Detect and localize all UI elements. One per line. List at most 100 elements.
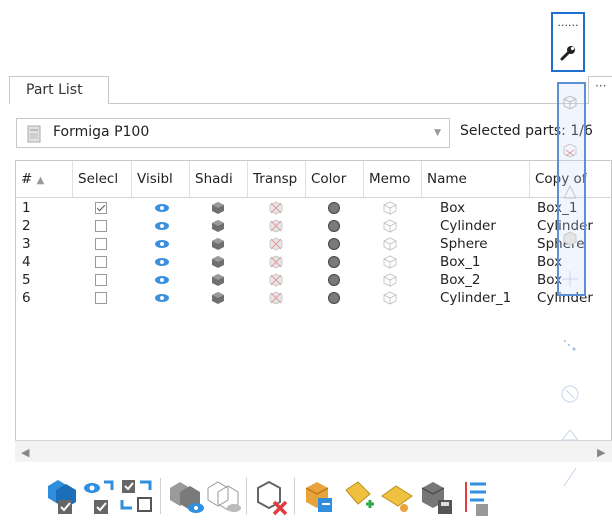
shading-cube-icon[interactable]	[211, 219, 225, 233]
visibility-eye-icon[interactable]	[154, 256, 170, 268]
color-swatch-icon[interactable]	[327, 291, 341, 305]
table-row[interactable]: 2 Cylinder Cylinder	[16, 217, 611, 235]
table-row[interactable]: 1 Box Box_1	[16, 199, 611, 217]
shading-cube-icon[interactable]	[211, 273, 225, 287]
shading-cube-icon[interactable]	[211, 237, 225, 251]
select-all-icon[interactable]	[44, 474, 84, 518]
select-checkbox[interactable]	[95, 292, 107, 304]
select-checkbox[interactable]	[95, 274, 107, 286]
tool-settings-button[interactable]: ......	[551, 12, 585, 72]
memo-cube-icon[interactable]	[383, 291, 397, 305]
sort-asc-icon: ▲	[36, 175, 45, 186]
tab-overflow-button[interactable]: ···	[588, 76, 612, 104]
triangle-icon[interactable]	[559, 424, 581, 446]
printer-select[interactable]: Formiga P100 ▼	[16, 118, 450, 148]
transparency-icon[interactable]	[269, 255, 283, 269]
row-number: 3	[22, 236, 31, 252]
color-swatch-icon[interactable]	[327, 201, 341, 215]
select-checkbox[interactable]	[95, 202, 107, 214]
select-checkbox[interactable]	[95, 220, 107, 232]
memo-cube-icon[interactable]	[383, 237, 397, 251]
visibility-eye-icon[interactable]	[154, 220, 170, 232]
part-name: Box	[440, 200, 466, 216]
transparency-icon[interactable]	[269, 273, 283, 287]
scroll-left-icon[interactable]: ◀	[21, 446, 29, 459]
col-header-visible[interactable]: Visibl	[132, 161, 190, 197]
show-parts-icon[interactable]	[166, 474, 206, 518]
memo-cube-icon[interactable]	[383, 273, 397, 287]
visibility-eye-icon[interactable]	[154, 238, 170, 250]
memo-cube-icon[interactable]	[383, 201, 397, 215]
printer-icon	[27, 125, 41, 143]
color-swatch-icon[interactable]	[327, 219, 341, 233]
part-name: Box_2	[440, 272, 481, 288]
invert-selection-icon[interactable]	[118, 474, 158, 518]
tab-part-list[interactable]: Part List	[9, 76, 109, 104]
part-name: Sphere	[440, 236, 488, 252]
chevron-down-icon: ▼	[434, 128, 441, 138]
visibility-eye-icon[interactable]	[154, 274, 170, 286]
hide-parts-icon[interactable]	[204, 474, 244, 518]
col-header-transparency[interactable]: Transp	[248, 161, 306, 197]
shading-cube-icon[interactable]	[211, 201, 225, 215]
circle-arrow-icon[interactable]	[559, 383, 581, 405]
visibility-eye-icon[interactable]	[154, 202, 170, 214]
transparency-icon[interactable]	[269, 201, 283, 215]
save-part-icon[interactable]	[416, 474, 456, 518]
color-part-icon[interactable]	[300, 474, 340, 518]
dots-icon[interactable]	[559, 335, 581, 357]
row-number: 4	[22, 254, 31, 270]
col-header-number[interactable]: # ▲	[16, 161, 73, 197]
transparency-icon[interactable]	[269, 219, 283, 233]
visibility-eye-icon[interactable]	[154, 292, 170, 304]
horizontal-scrollbar[interactable]: ◀ ▶	[15, 440, 612, 462]
tab-overflow-label: ···	[595, 79, 607, 93]
color-swatch-icon[interactable]	[327, 273, 341, 287]
memo-cube-icon[interactable]	[383, 255, 397, 269]
part-name: Cylinder	[440, 218, 496, 234]
toolbar-divider	[246, 478, 247, 514]
row-number: 2	[22, 218, 31, 234]
table-row[interactable]: 3 Sphere Sphere	[16, 235, 611, 253]
select-checkbox[interactable]	[95, 238, 107, 250]
part-ghost-icon[interactable]	[559, 182, 581, 204]
part-name: Box_1	[440, 254, 481, 270]
col-header-memo[interactable]: Memo	[364, 161, 422, 197]
list-settings-icon[interactable]	[454, 474, 494, 518]
toolbar-divider	[294, 478, 295, 514]
toolbar-divider	[160, 478, 161, 514]
scroll-right-icon[interactable]: ▶	[597, 446, 605, 459]
color-swatch-icon[interactable]	[327, 255, 341, 269]
part-ghost-icon[interactable]	[559, 268, 581, 290]
move-part-icon[interactable]	[378, 474, 418, 518]
part-ghost-icon[interactable]	[559, 139, 581, 161]
select-visible-icon[interactable]	[80, 474, 120, 518]
tab-divider	[109, 103, 612, 104]
part-ghost-icon[interactable]	[559, 91, 581, 113]
overflow-dots: ......	[557, 16, 579, 29]
line-icon[interactable]	[559, 466, 581, 488]
row-number: 1	[22, 200, 31, 216]
select-checkbox[interactable]	[95, 256, 107, 268]
col-header-select[interactable]: Selecl	[73, 161, 132, 197]
table-row[interactable]: 5 Box_2 Box	[16, 271, 611, 289]
shading-cube-icon[interactable]	[211, 291, 225, 305]
col-header-color[interactable]: Color	[306, 161, 364, 197]
col-header-shading[interactable]: Shadi	[190, 161, 248, 197]
transparency-icon[interactable]	[269, 237, 283, 251]
color-swatch-icon[interactable]	[327, 237, 341, 251]
table-row[interactable]: 6 Cylinder_1 Cylinder	[16, 289, 611, 307]
part-table: # ▲ Selecl Visibl Shadi Transp Color Mem…	[15, 160, 612, 462]
memo-cube-icon[interactable]	[383, 219, 397, 233]
add-part-icon[interactable]	[340, 474, 380, 518]
col-header-name[interactable]: Name	[422, 161, 530, 197]
row-number: 5	[22, 272, 31, 288]
shading-cube-icon[interactable]	[211, 255, 225, 269]
delete-part-icon[interactable]	[252, 474, 292, 518]
transparency-icon[interactable]	[269, 291, 283, 305]
selected-parts-label: Selected parts:	[460, 123, 566, 139]
table-row[interactable]: 4 Box_1 Box	[16, 253, 611, 271]
part-ghost-icon[interactable]	[559, 227, 581, 249]
part-name: Cylinder_1	[440, 290, 512, 306]
row-number: 6	[22, 290, 31, 306]
